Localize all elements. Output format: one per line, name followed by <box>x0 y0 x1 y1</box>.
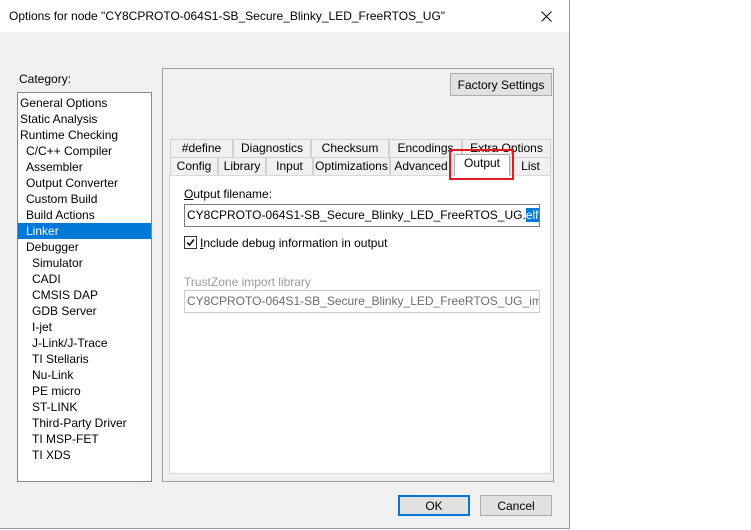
include-debug-label-rest: nclude debug information in output <box>203 236 388 250</box>
category-item-cmsis-dap[interactable]: CMSIS DAP <box>18 287 151 303</box>
output-filename-input[interactable]: CY8CPROTO-064S1-SB_Secure_Blinky_LED_Fre… <box>184 204 540 227</box>
close-icon <box>540 10 552 22</box>
output-filename-label-accel: O <box>184 187 194 201</box>
output-filename-extension: elf <box>525 208 539 222</box>
title-bar: Options for node "CY8CPROTO-064S1-SB_Sec… <box>0 0 569 32</box>
category-item-general-options[interactable]: General Options <box>18 95 151 111</box>
category-item-j-link-j-trace[interactable]: J-Link/J-Trace <box>18 335 151 351</box>
category-label: Category: <box>19 72 72 86</box>
category-item-linker[interactable]: Linker <box>18 223 151 239</box>
output-filename-base: CY8CPROTO-064S1-SB_Secure_Blinky_LED_Fre… <box>187 208 526 222</box>
output-tab-highlight <box>449 149 514 180</box>
category-item-third-party-driver[interactable]: Third-Party Driver <box>18 415 151 431</box>
tab-input[interactable]: Input <box>266 157 313 175</box>
tab-optimizations[interactable]: Optimizations <box>313 157 390 175</box>
category-item-output-converter[interactable]: Output Converter <box>18 175 151 191</box>
category-item-st-link[interactable]: ST-LINK <box>18 399 151 415</box>
category-item-pe-micro[interactable]: PE micro <box>18 383 151 399</box>
category-item-c-c-compiler[interactable]: C/C++ Compiler <box>18 143 151 159</box>
category-item-cadi[interactable]: CADI <box>18 271 151 287</box>
category-item-debugger[interactable]: Debugger <box>18 239 151 255</box>
ok-button[interactable]: OK <box>398 495 470 516</box>
options-dialog: Options for node "CY8CPROTO-064S1-SB_Sec… <box>0 0 570 529</box>
cancel-button[interactable]: Cancel <box>480 495 552 516</box>
window-title: Options for node "CY8CPROTO-064S1-SB_Sec… <box>9 9 446 23</box>
category-item-runtime-checking[interactable]: Runtime Checking <box>18 127 151 143</box>
include-debug-label[interactable]: Include debug information in output <box>200 236 387 250</box>
factory-settings-button[interactable]: Factory Settings <box>450 73 552 96</box>
category-item-build-actions[interactable]: Build Actions <box>18 207 151 223</box>
tab-checksum[interactable]: Checksum <box>311 139 389 157</box>
trustzone-input: CY8CPROTO-064S1-SB_Secure_Blinky_LED_Fre… <box>184 290 540 313</box>
output-filename-label: Output filename: <box>184 187 272 201</box>
category-item-ti-stellaris[interactable]: TI Stellaris <box>18 351 151 367</box>
checkmark-icon <box>186 239 195 247</box>
category-item-custom-build[interactable]: Custom Build <box>18 191 151 207</box>
tab-library[interactable]: Library <box>218 157 266 175</box>
category-item-nu-link[interactable]: Nu-Link <box>18 367 151 383</box>
category-item-assembler[interactable]: Assembler <box>18 159 151 175</box>
tab-define[interactable]: #define <box>170 139 233 157</box>
category-item-static-analysis[interactable]: Static Analysis <box>18 111 151 127</box>
tab-list[interactable]: List <box>510 157 551 175</box>
tab-diagnostics[interactable]: Diagnostics <box>233 139 311 157</box>
output-filename-label-rest: utput filename: <box>193 187 273 201</box>
tab-advanced[interactable]: Advanced <box>390 157 452 175</box>
trustzone-label: TrustZone import library <box>184 275 311 289</box>
close-button[interactable] <box>523 0 569 32</box>
category-item-i-jet[interactable]: I-jet <box>18 319 151 335</box>
category-item-gdb-server[interactable]: GDB Server <box>18 303 151 319</box>
category-item-simulator[interactable]: Simulator <box>18 255 151 271</box>
category-list[interactable]: General Options Static Analysis Runtime Ch… <box>17 92 152 482</box>
include-debug-checkbox[interactable] <box>184 236 197 249</box>
category-item-ti-msp-fet[interactable]: TI MSP-FET <box>18 431 151 447</box>
category-item-ti-xds[interactable]: TI XDS <box>18 447 151 463</box>
tab-config[interactable]: Config <box>170 157 218 175</box>
